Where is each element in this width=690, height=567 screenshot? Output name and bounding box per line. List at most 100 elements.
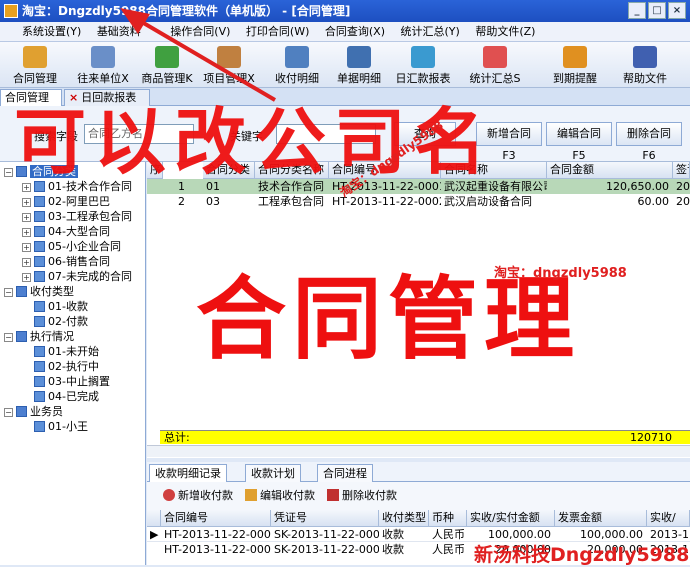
menu-query[interactable]: 合同查询(X) [319,22,391,42]
menu-print[interactable]: 打印合同(W) [240,22,315,42]
add-payment-button[interactable]: 新增收付款 [163,488,233,504]
watermark-footer: 新汤科技Dngzdly5988 [474,544,690,566]
collapse-icon[interactable]: − [4,168,13,177]
menu-base[interactable]: 基础资料 [91,22,147,42]
add-icon [163,489,175,501]
total-row: 总计: 120710 [160,430,690,444]
contract-icon [23,46,47,68]
maximize-button[interactable]: □ [648,2,666,19]
col-header[interactable]: 实收/实付金额 [467,510,555,527]
rss-icon [34,361,45,372]
col-header[interactable]: 合同金额 [547,162,673,179]
watermark-shop: 淘宝：dngzdly5988 [494,266,627,281]
bottom-tabs: 收款明细记录 收款计划 合同进程 [147,462,690,482]
horizontal-scrollbar[interactable] [147,445,690,457]
menu-bar: 系统设置(Y) 基础资料 操作合同(V) 打印合同(W) 合同查询(X) 统计汇… [0,22,690,42]
project-icon [217,46,241,68]
receipt-icon [347,46,371,68]
collapse-icon[interactable]: − [4,408,13,417]
col-header[interactable]: 币种 [429,510,467,527]
category-tree: − 合同分类 +01-技术合作合同 +02-阿里巴巴 +03-工程承包合同 +04… [0,162,146,565]
tree-item[interactable]: 01-收款 [34,299,88,314]
col-header[interactable]: 实收/ [647,510,690,527]
expand-icon[interactable]: + [22,258,31,267]
close-button[interactable]: × [668,2,686,19]
toolbar-help-button[interactable]: 帮助文件 [612,44,678,86]
rss-icon [34,196,45,207]
expand-icon[interactable]: + [22,198,31,207]
rss-icon [34,241,45,252]
rss-icon [34,376,45,387]
col-header[interactable]: 发票金额 [555,510,647,527]
menu-system[interactable]: 系统设置(Y) [0,22,87,42]
menu-operate[interactable]: 操作合同(V) [150,22,236,42]
stats-icon [483,46,507,68]
tree-item[interactable]: +04-大型合同 [22,224,110,239]
rss-icon [34,391,45,402]
tree-item[interactable]: +03-工程承包合同 [22,209,132,224]
payment-icon [285,46,309,68]
tree-item[interactable]: 04-已完成 [34,389,99,404]
toolbar-goods-button[interactable]: 商品管理K [134,44,200,86]
table-row[interactable]: 2 03 工程承包合同 HT-2013-11-22-0002 武汉启动设备合同 … [147,194,690,209]
row-pointer-icon: ▶ [150,528,159,541]
tree-item[interactable]: 02-付款 [34,314,88,329]
toolbar: 合同管理 往来单位X 商品管理K 项目管理X 收付明细 单据明细 日汇款报表 统… [0,42,690,88]
help-icon [633,46,657,68]
rss-icon [34,301,45,312]
expand-icon[interactable]: + [22,228,31,237]
tree-item[interactable]: +07-未完成的合同 [22,269,132,284]
toolbar-partner-button[interactable]: 往来单位X [70,44,136,86]
toolbar-payment-button[interactable]: 收付明细 [264,44,330,86]
tree-item[interactable]: +06-销售合同 [22,254,110,269]
menu-help[interactable]: 帮助文件(Z) [469,22,541,42]
menu-stats[interactable]: 统计汇总(Y) [395,22,466,42]
toolbar-alarm-button[interactable]: 到期提醒 [542,44,608,86]
tree-group-execution[interactable]: − 执行情况 [4,329,74,344]
tree-item[interactable]: 03-中止搁置 [34,374,110,389]
total-value: 120710 [630,431,672,444]
bottom-actions: 新增收付款 编辑收付款 删除收付款 [147,482,690,510]
edit-contract-button[interactable]: 编辑合同F5 [546,122,612,162]
tree-item[interactable]: 01-未开始 [34,344,99,359]
delete-contract-button[interactable]: 删除合同F6 [616,122,682,162]
expand-icon[interactable]: + [22,183,31,192]
tab-receipt-plan[interactable]: 收款计划 [245,464,301,482]
tree-item[interactable]: +02-阿里巴巴 [22,194,110,209]
report-icon [411,46,435,68]
tab-receipt-records[interactable]: 收款明细记录 [149,464,227,482]
folder-icon [16,331,27,342]
collapse-icon[interactable]: − [4,288,13,297]
tree-group-salesman[interactable]: − 业务员 [4,404,63,419]
toolbar-contract-button[interactable]: 合同管理 [2,44,68,86]
col-header[interactable]: 合同编号 [161,510,271,527]
col-header[interactable]: 收付类型 [379,510,429,527]
rss-icon [34,211,45,222]
toolbar-receipt-button[interactable]: 单据明细 [326,44,392,86]
total-label: 总计: [164,431,190,444]
folder-icon [16,406,27,417]
collapse-icon[interactable]: − [4,333,13,342]
col-header[interactable]: 凭证号 [271,510,379,527]
tree-item[interactable]: 02-执行中 [34,359,99,374]
rss-icon [34,271,45,282]
expand-icon[interactable]: + [22,273,31,282]
folder-icon [16,286,27,297]
delete-icon [327,489,339,501]
tree-group-payment-type[interactable]: − 收付类型 [4,284,74,299]
edit-payment-button[interactable]: 编辑收付款 [245,488,315,504]
tree-item[interactable]: 01-小王 [34,419,88,434]
title-bar: 淘宝：Dngzdly5988合同管理软件（单机版） - [合同管理] _ □ × [0,0,690,22]
toolbar-stats-button[interactable]: 统计汇总S [462,44,528,86]
toolbar-project-button[interactable]: 项目管理X [196,44,262,86]
tree-item[interactable]: +05-小企业合同 [22,239,121,254]
app-icon [4,4,18,18]
toolbar-report-button[interactable]: 日汇款报表 [390,44,456,86]
expand-icon[interactable]: + [22,213,31,222]
minimize-button[interactable]: _ [628,2,646,19]
col-header[interactable]: 签订日 [673,162,690,179]
delete-payment-button[interactable]: 删除收付款 [327,488,397,504]
expand-icon[interactable]: + [22,243,31,252]
rss-icon [34,421,45,432]
tab-contract-progress[interactable]: 合同进程 [317,464,373,482]
